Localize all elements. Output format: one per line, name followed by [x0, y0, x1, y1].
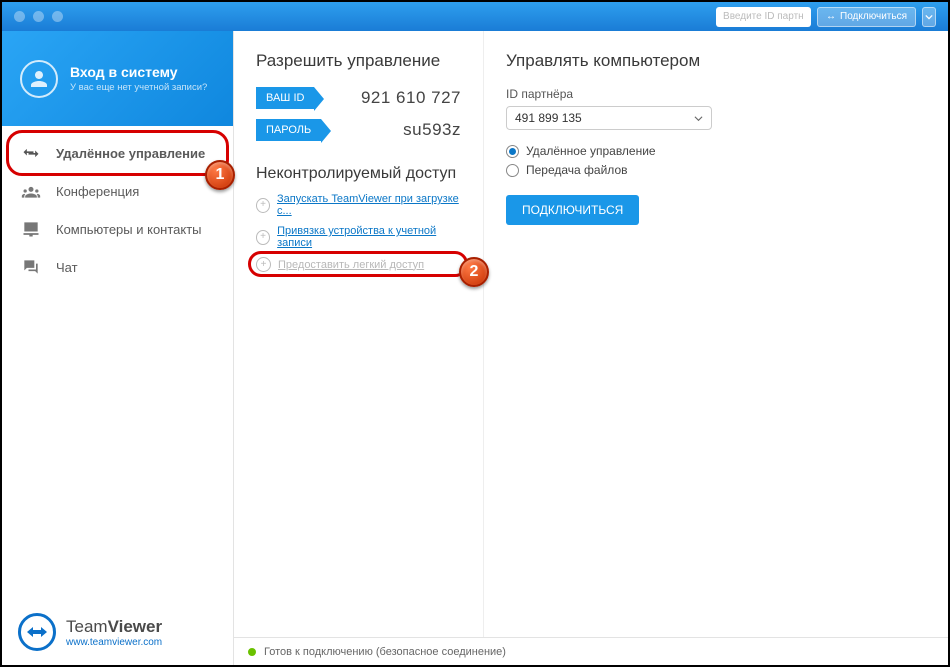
radio-file-transfer[interactable]: Передача файлов: [506, 163, 926, 177]
radio-icon: [506, 145, 519, 158]
allow-title: Разрешить управление: [256, 51, 461, 71]
chevron-down-icon: [925, 13, 933, 21]
unattended-link-easy-access[interactable]: + Предоставить легкий доступ 2: [256, 257, 461, 272]
chevron-down-icon: [694, 114, 703, 123]
login-text-block: Вход в систему У вас еще нет учетной зап…: [70, 64, 207, 93]
unattended-title: Неконтролируемый доступ: [256, 165, 461, 183]
annotation-highlight-1: [6, 130, 229, 176]
unattended-link-assign[interactable]: + Привязка устройства к учетной записи: [256, 225, 461, 249]
titlebar-actions: Введите ID партн ↔ Подключиться: [716, 7, 936, 27]
plus-circle-icon: +: [256, 257, 271, 272]
partner-id-label: ID партнёра: [506, 87, 926, 101]
sidebar-nav: Удалённое управление 1 Конференция Компь…: [2, 126, 233, 286]
connect-top-button[interactable]: ↔ Подключиться: [817, 7, 916, 27]
plus-circle-icon: +: [256, 198, 270, 213]
chat-icon: [20, 256, 42, 278]
nav-computers-contacts[interactable]: Компьютеры и контакты: [2, 210, 233, 248]
nav-remote-control[interactable]: Удалённое управление 1: [2, 134, 233, 172]
close-window-icon[interactable]: [14, 11, 25, 22]
status-text: Готов к подключению (безопасное соединен…: [264, 646, 506, 658]
your-id-row: ВАШ ID 921 610 727: [256, 87, 461, 109]
sidebar-login-header[interactable]: Вход в систему У вас еще нет учетной зап…: [2, 31, 233, 126]
unattended-link-label: Предоставить легкий доступ: [278, 259, 424, 271]
radio-label: Передача файлов: [526, 163, 628, 177]
unattended-link-label: Запускать TeamViewer при загрузке с...: [277, 193, 461, 217]
status-bar: Готов к подключению (безопасное соединен…: [234, 637, 948, 665]
connect-dropdown-button[interactable]: [922, 7, 936, 27]
nav-chat[interactable]: Чат: [2, 248, 233, 286]
nav-meeting[interactable]: Конференция: [2, 172, 233, 210]
connect-top-label: Подключиться: [840, 11, 907, 22]
titlebar: Введите ID партн ↔ Подключиться: [2, 2, 948, 31]
login-title: Вход в систему: [70, 64, 207, 80]
plus-circle-icon: +: [256, 230, 270, 245]
partner-id-select[interactable]: 491 899 135: [506, 106, 712, 130]
nav-label: Компьютеры и контакты: [56, 222, 202, 237]
swap-arrows-icon: ↔: [826, 11, 836, 22]
unattended-link-startup[interactable]: + Запускать TeamViewer при загрузке с...: [256, 193, 461, 217]
maximize-window-icon[interactable]: [52, 11, 63, 22]
monitor-icon: [20, 218, 42, 240]
sidebar: Вход в систему У вас еще нет учетной зап…: [2, 31, 234, 665]
connect-button[interactable]: ПОДКЛЮЧИТЬСЯ: [506, 195, 639, 225]
allow-control-panel: Разрешить управление ВАШ ID 921 610 727 …: [234, 31, 484, 665]
password-value[interactable]: su593z: [403, 120, 461, 140]
login-subtitle: У вас еще нет учетной записи?: [70, 82, 207, 93]
your-id-value[interactable]: 921 610 727: [361, 88, 461, 108]
brand-name: TeamViewer: [66, 617, 162, 637]
window-controls: [14, 11, 63, 22]
teamviewer-logo-icon: [18, 613, 56, 651]
nav-label: Конференция: [56, 184, 139, 199]
control-title: Управлять компьютером: [506, 51, 926, 71]
people-icon: [20, 180, 42, 202]
minimize-window-icon[interactable]: [33, 11, 44, 22]
radio-label: Удалённое управление: [526, 144, 656, 158]
avatar-icon: [20, 60, 58, 98]
password-tag: ПАРОЛЬ: [256, 119, 321, 141]
unattended-link-label: Привязка устройства к учетной записи: [277, 225, 461, 249]
your-id-tag: ВАШ ID: [256, 87, 314, 109]
main-content: Разрешить управление ВАШ ID 921 610 727 …: [234, 31, 948, 665]
nav-label: Чат: [56, 260, 78, 275]
partner-id-value: 491 899 135: [515, 111, 582, 125]
radio-icon: [506, 164, 519, 177]
connection-mode-group: Удалённое управление Передача файлов: [506, 144, 926, 177]
status-indicator-icon: [248, 648, 256, 656]
control-computer-panel: Управлять компьютером ID партнёра 491 89…: [484, 31, 948, 665]
password-row: ПАРОЛЬ su593z: [256, 119, 461, 141]
partner-id-quick-input[interactable]: Введите ID партн: [716, 7, 811, 27]
radio-remote-control[interactable]: Удалённое управление: [506, 144, 926, 158]
brand-url[interactable]: www.teamviewer.com: [66, 637, 162, 648]
brand-text: TeamViewer www.teamviewer.com: [66, 617, 162, 648]
annotation-badge-2: 2: [459, 257, 489, 287]
sidebar-footer: TeamViewer www.teamviewer.com: [2, 599, 233, 665]
